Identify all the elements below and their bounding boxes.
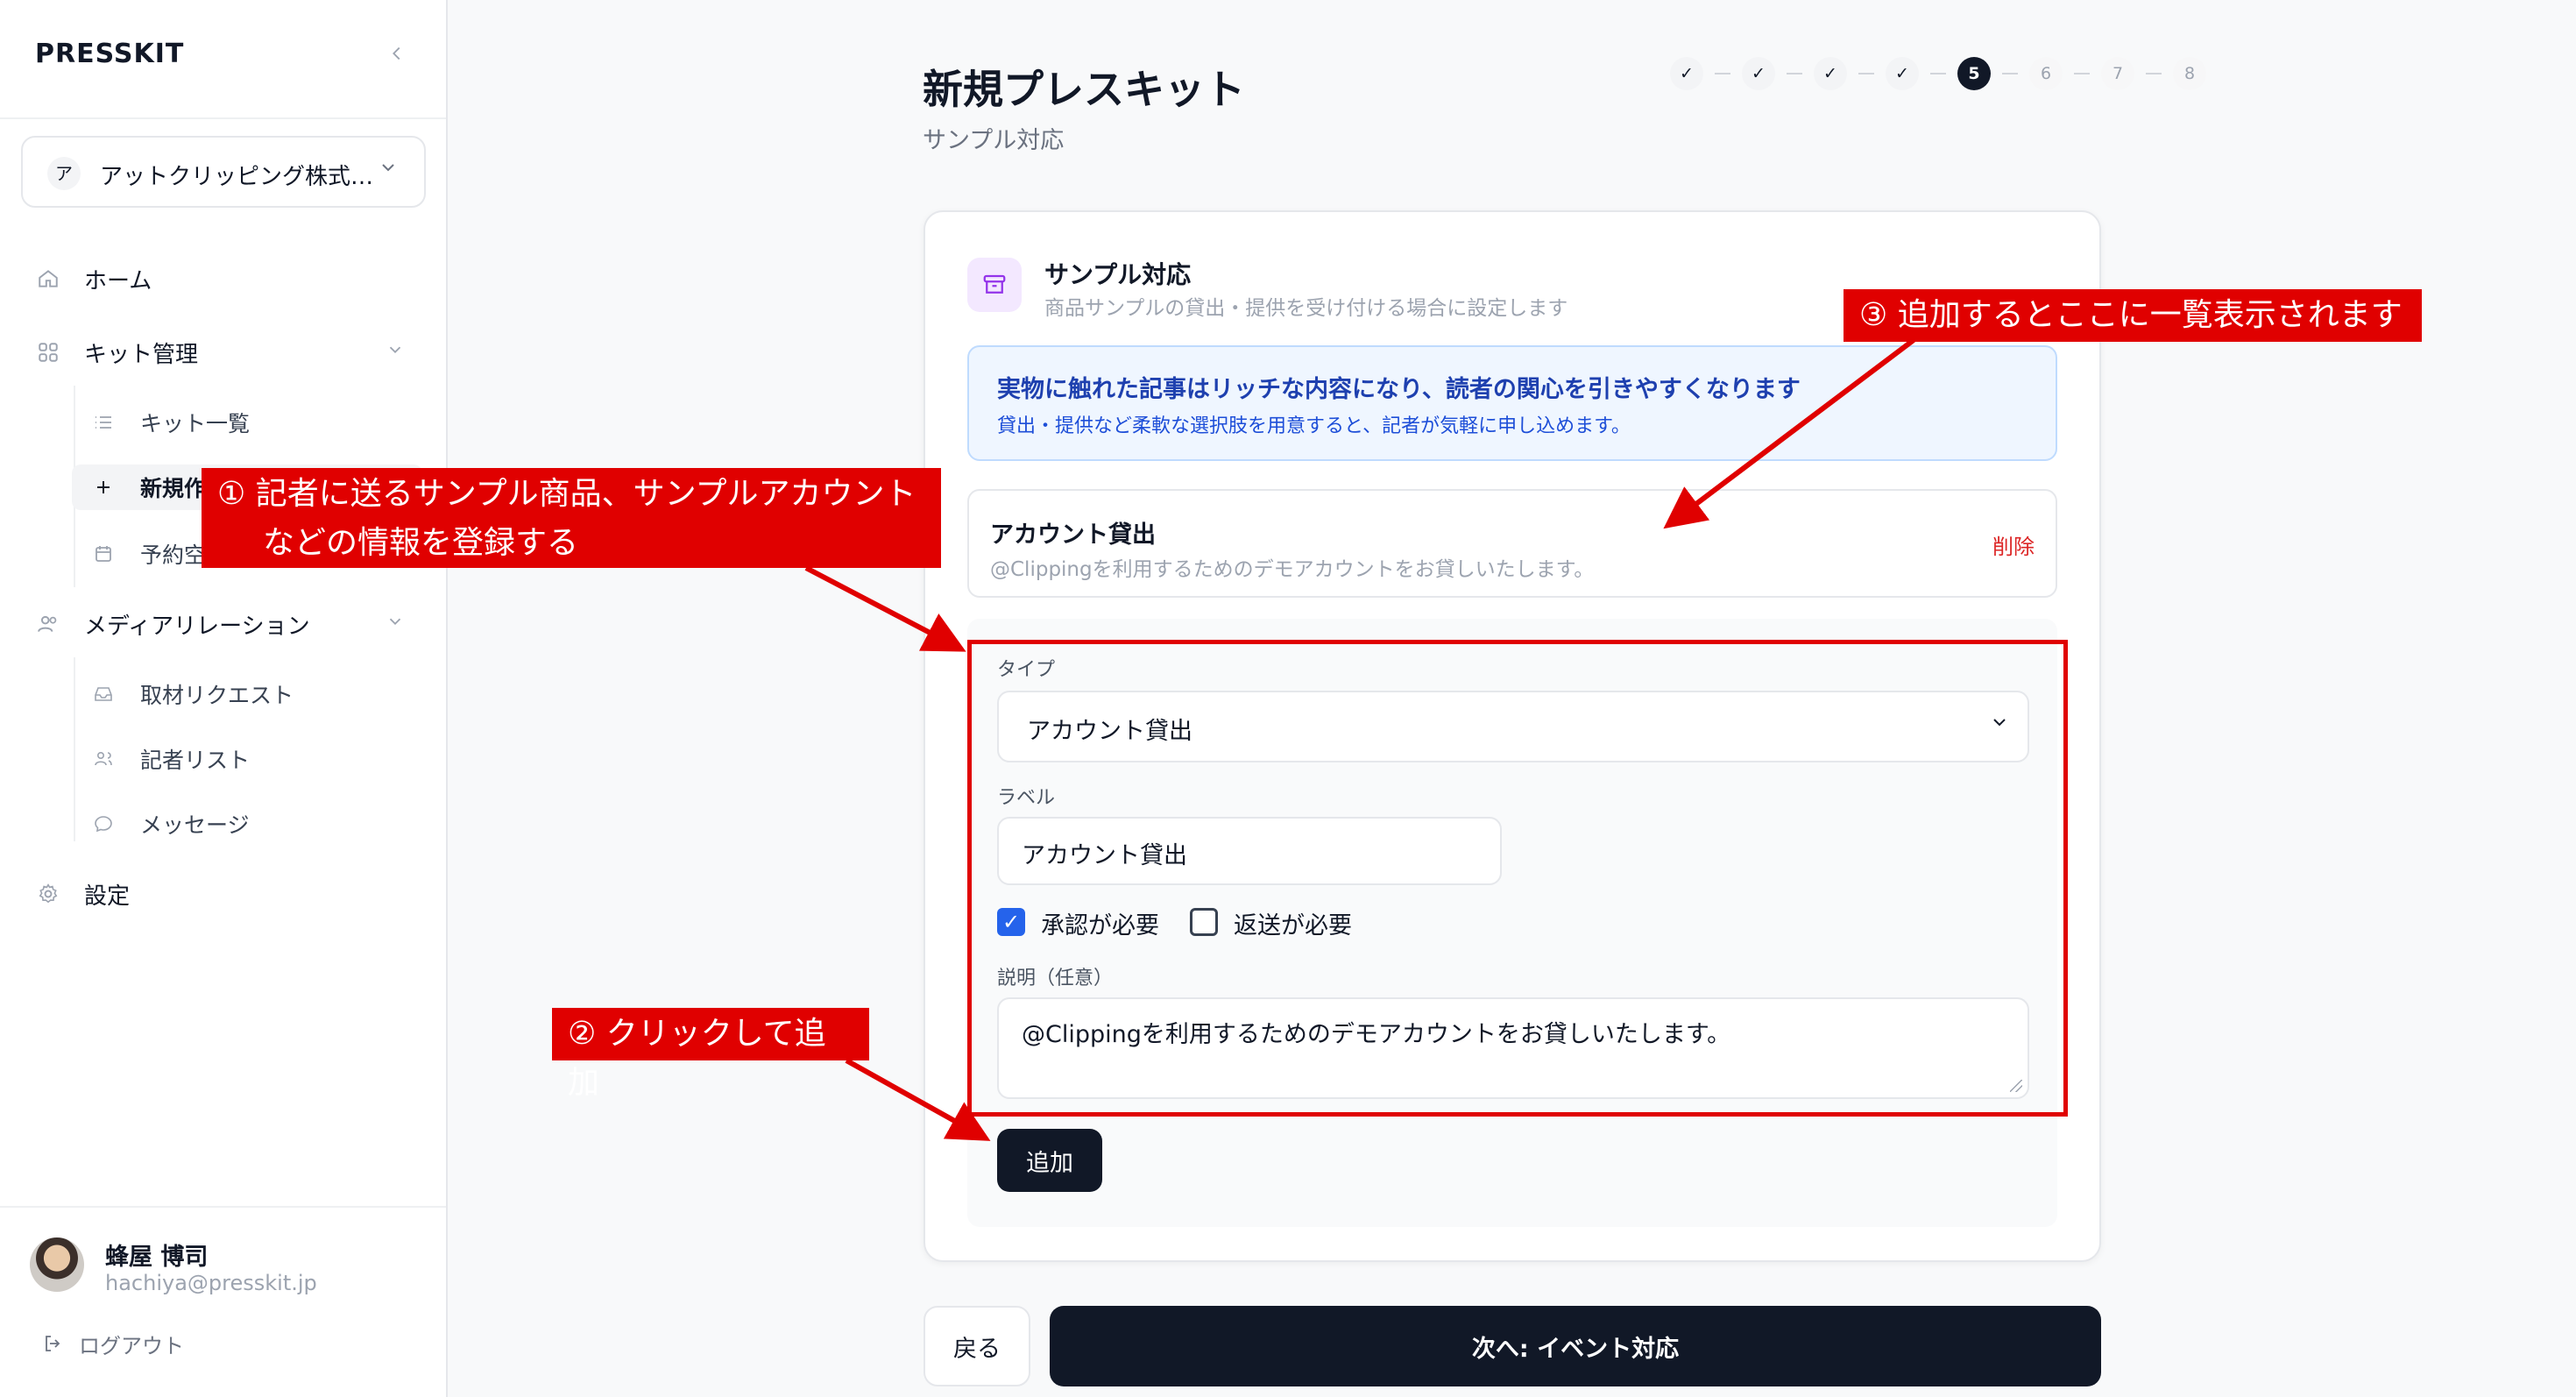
plus-icon (91, 475, 116, 500)
home-icon (35, 266, 61, 292)
tree-line (74, 657, 75, 841)
nav-settings[interactable]: 設定 (35, 869, 130, 918)
sidebar: PRESSKIT ア アットクリッピング株式… ホーム キット管理 キット一覧 (0, 0, 448, 1397)
step-3[interactable]: ✓ (1814, 57, 1847, 90)
logout-button[interactable]: ログアウト (42, 1329, 184, 1359)
brand-logo: PRESSKIT (35, 39, 185, 69)
info-banner: 実物に触れた記事はリッチな内容になり、読者の関心を引きやすくなります 貸出・提供… (967, 345, 2057, 461)
inbox-icon (91, 682, 116, 706)
chevron-down-icon (378, 157, 399, 183)
nav-reservation-label: 予約空 (140, 542, 207, 568)
nav-media-relations[interactable]: メディアリレーション (35, 599, 421, 649)
info-banner-title: 実物に触れた記事はリッチな内容になり、読者の関心を引きやすくなります (997, 376, 1801, 403)
step-5-current: 5 (1957, 57, 1991, 90)
nav-kit-list[interactable]: キット一覧 (91, 400, 250, 445)
step-8: 8 (2173, 57, 2206, 90)
gear-icon (35, 881, 61, 907)
list-icon (91, 410, 116, 435)
delete-button[interactable]: 削除 (1992, 529, 2035, 560)
section-title: サンプル対応 (1044, 260, 1192, 289)
archive-box-icon (967, 258, 1022, 312)
chevron-down-icon (386, 612, 405, 636)
annotation-callout-1-line1: ① 記者に送るサンプル商品、サンプルアカウント (217, 476, 916, 512)
divider (0, 117, 446, 119)
nav-settings-label: 設定 (84, 883, 131, 910)
sample-item-title: アカウント貸出 (990, 521, 1156, 549)
page-title: 新規プレスキット (923, 66, 1245, 113)
chevron-left-icon (393, 46, 400, 60)
users-icon (35, 611, 61, 637)
nav-interview-requests[interactable]: 取材リクエスト (91, 671, 294, 717)
step-2[interactable]: ✓ (1742, 57, 1775, 90)
sidebar-collapse-button[interactable] (384, 42, 410, 68)
step-1[interactable]: ✓ (1670, 57, 1703, 90)
step-4[interactable]: ✓ (1886, 57, 1919, 90)
calendar-icon (91, 542, 116, 566)
form-highlight-box (967, 640, 2068, 1117)
annotation-callout-3: ③ 追加するとここに一覧表示されます (1844, 289, 2422, 342)
avatar (30, 1237, 84, 1292)
user-email: hachiya@presskit.jp (105, 1271, 317, 1295)
nav-home-label: ホーム (84, 267, 152, 294)
step-connector (2002, 73, 2018, 74)
logout-label: ログアウト (79, 1334, 184, 1358)
nav-reservation[interactable]: 予約空 (91, 531, 206, 577)
nav-media-relations-label: メディアリレーション (84, 613, 310, 640)
annotation-callout-1-line2: などの情報を登録する (263, 525, 579, 561)
step-connector (1930, 73, 1946, 74)
annotation-callout-2: ② クリックして追加 (552, 1008, 869, 1101)
step-connector (2146, 73, 2162, 74)
chevron-down-icon (386, 340, 405, 365)
people-icon (91, 747, 116, 771)
section-description: 商品サンプルの貸出・提供を受け付ける場合に設定します (1044, 297, 1568, 320)
user-name: 蜂屋 博司 (105, 1244, 209, 1271)
grid-icon (35, 339, 61, 365)
page-subtitle: サンプル対応 (923, 127, 1065, 154)
nav-home[interactable]: ホーム (35, 254, 152, 303)
step-connector (1787, 73, 1802, 74)
nav-messages[interactable]: メッセージ (91, 801, 250, 847)
nav-interview-requests-label: 取材リクエスト (140, 683, 294, 708)
divider (0, 1206, 446, 1208)
step-connector (1715, 73, 1730, 74)
nav-new-create-label: 新規作 (140, 476, 207, 501)
annotation-callout-1: ① 記者に送るサンプル商品、サンプルアカウント などの情報を登録する (202, 468, 941, 568)
organization-selector[interactable]: ア アットクリッピング株式… (21, 136, 426, 208)
org-name: アットクリッピング株式… (100, 164, 374, 190)
step-6: 6 (2029, 57, 2063, 90)
info-banner-subtitle: 貸出・提供など柔軟な選択肢を用意すると、記者が気軽に申し込めます。 (997, 415, 1631, 437)
nav-kit-list-label: キット一覧 (140, 411, 251, 436)
step-connector (1858, 73, 1874, 74)
message-icon (91, 812, 116, 836)
nav-kit-management-label: キット管理 (84, 341, 199, 368)
nav-kit-management[interactable]: キット管理 (35, 328, 421, 377)
step-7: 7 (2101, 57, 2134, 90)
step-connector (2074, 73, 2090, 74)
org-avatar: ア (47, 157, 81, 190)
progress-stepper: ✓ ✓ ✓ ✓ 5 6 7 8 (1670, 56, 2206, 91)
sample-item: アカウント貸出 @Clippingを利用するためのデモアカウントをお貸しいたしま… (967, 489, 2057, 598)
nav-reporter-list[interactable]: 記者リスト (91, 736, 250, 782)
nav-messages-label: メッセージ (140, 812, 250, 838)
add-button[interactable]: 追加 (997, 1129, 1102, 1192)
sample-item-description: @Clippingを利用するためのデモアカウントをお貸しいたします。 (990, 558, 1595, 581)
back-button[interactable]: 戻る (924, 1306, 1030, 1386)
nav-reporter-list-label: 記者リスト (140, 748, 251, 773)
next-button[interactable]: 次へ: イベント対応 (1050, 1306, 2101, 1386)
logout-icon (42, 1333, 65, 1356)
